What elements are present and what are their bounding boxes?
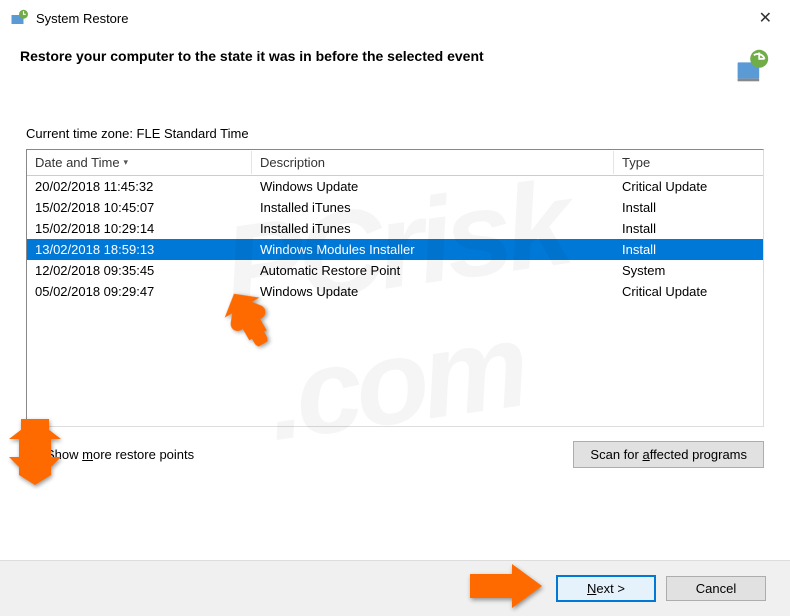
next-button[interactable]: Next > bbox=[556, 575, 656, 602]
cell-description: Windows Modules Installer bbox=[252, 241, 614, 258]
checkbox-label: Show more restore points bbox=[46, 447, 194, 462]
table-row[interactable]: 15/02/2018 10:29:14Installed iTunesInsta… bbox=[27, 218, 763, 239]
table-row[interactable]: 15/02/2018 10:45:07Installed iTunesInsta… bbox=[27, 197, 763, 218]
header-text: Restore your computer to the state it wa… bbox=[20, 48, 734, 64]
cell-date: 15/02/2018 10:45:07 bbox=[27, 199, 252, 216]
cell-date: 15/02/2018 10:29:14 bbox=[27, 220, 252, 237]
table-row[interactable]: 13/02/2018 18:59:13Windows Modules Insta… bbox=[27, 239, 763, 260]
window-title: System Restore bbox=[36, 11, 751, 26]
cell-type: System bbox=[614, 262, 763, 279]
system-restore-icon bbox=[10, 9, 28, 27]
restore-points-table: Date and Time▾ Description Type 20/02/20… bbox=[26, 149, 764, 427]
cell-type: Critical Update bbox=[614, 283, 763, 300]
table-row[interactable]: 20/02/2018 11:45:32Windows UpdateCritica… bbox=[27, 176, 763, 197]
cell-description: Installed iTunes bbox=[252, 199, 614, 216]
footer-row: ✓ Show more restore points Scan for affe… bbox=[0, 427, 790, 468]
column-header-type[interactable]: Type bbox=[614, 151, 763, 174]
column-header-description[interactable]: Description bbox=[252, 151, 614, 174]
close-button[interactable]: ✕ bbox=[751, 8, 780, 28]
cell-type: Install bbox=[614, 241, 763, 258]
annotation-arrow-icon bbox=[7, 417, 63, 487]
cell-description: Windows Update bbox=[252, 178, 614, 195]
cancel-button[interactable]: Cancel bbox=[666, 576, 766, 601]
cell-type: Critical Update bbox=[614, 178, 763, 195]
cell-description: Windows Update bbox=[252, 283, 614, 300]
restore-header-icon bbox=[734, 48, 770, 84]
sort-descending-icon: ▾ bbox=[124, 157, 129, 168]
cell-description: Installed iTunes bbox=[252, 220, 614, 237]
annotation-arrow-icon bbox=[468, 562, 544, 610]
cell-date: 20/02/2018 11:45:32 bbox=[27, 178, 252, 195]
show-more-checkbox[interactable]: ✓ Show more restore points bbox=[26, 447, 573, 462]
titlebar: System Restore ✕ bbox=[0, 0, 790, 34]
cell-type: Install bbox=[614, 220, 763, 237]
column-header-date[interactable]: Date and Time▾ bbox=[27, 151, 252, 174]
table-row[interactable]: 12/02/2018 09:35:45Automatic Restore Poi… bbox=[27, 260, 763, 281]
scan-affected-button[interactable]: Scan for affected programs bbox=[573, 441, 764, 468]
cell-description: Automatic Restore Point bbox=[252, 262, 614, 279]
bottom-bar: Next > Cancel bbox=[0, 560, 790, 616]
header: Restore your computer to the state it wa… bbox=[0, 34, 790, 84]
cell-date: 05/02/2018 09:29:47 bbox=[27, 283, 252, 300]
cell-date: 12/02/2018 09:35:45 bbox=[27, 262, 252, 279]
timezone-label: Current time zone: FLE Standard Time bbox=[0, 84, 790, 149]
cell-date: 13/02/2018 18:59:13 bbox=[27, 241, 252, 258]
cell-type: Install bbox=[614, 199, 763, 216]
table-header: Date and Time▾ Description Type bbox=[27, 150, 763, 176]
table-row[interactable]: 05/02/2018 09:29:47Windows UpdateCritica… bbox=[27, 281, 763, 302]
